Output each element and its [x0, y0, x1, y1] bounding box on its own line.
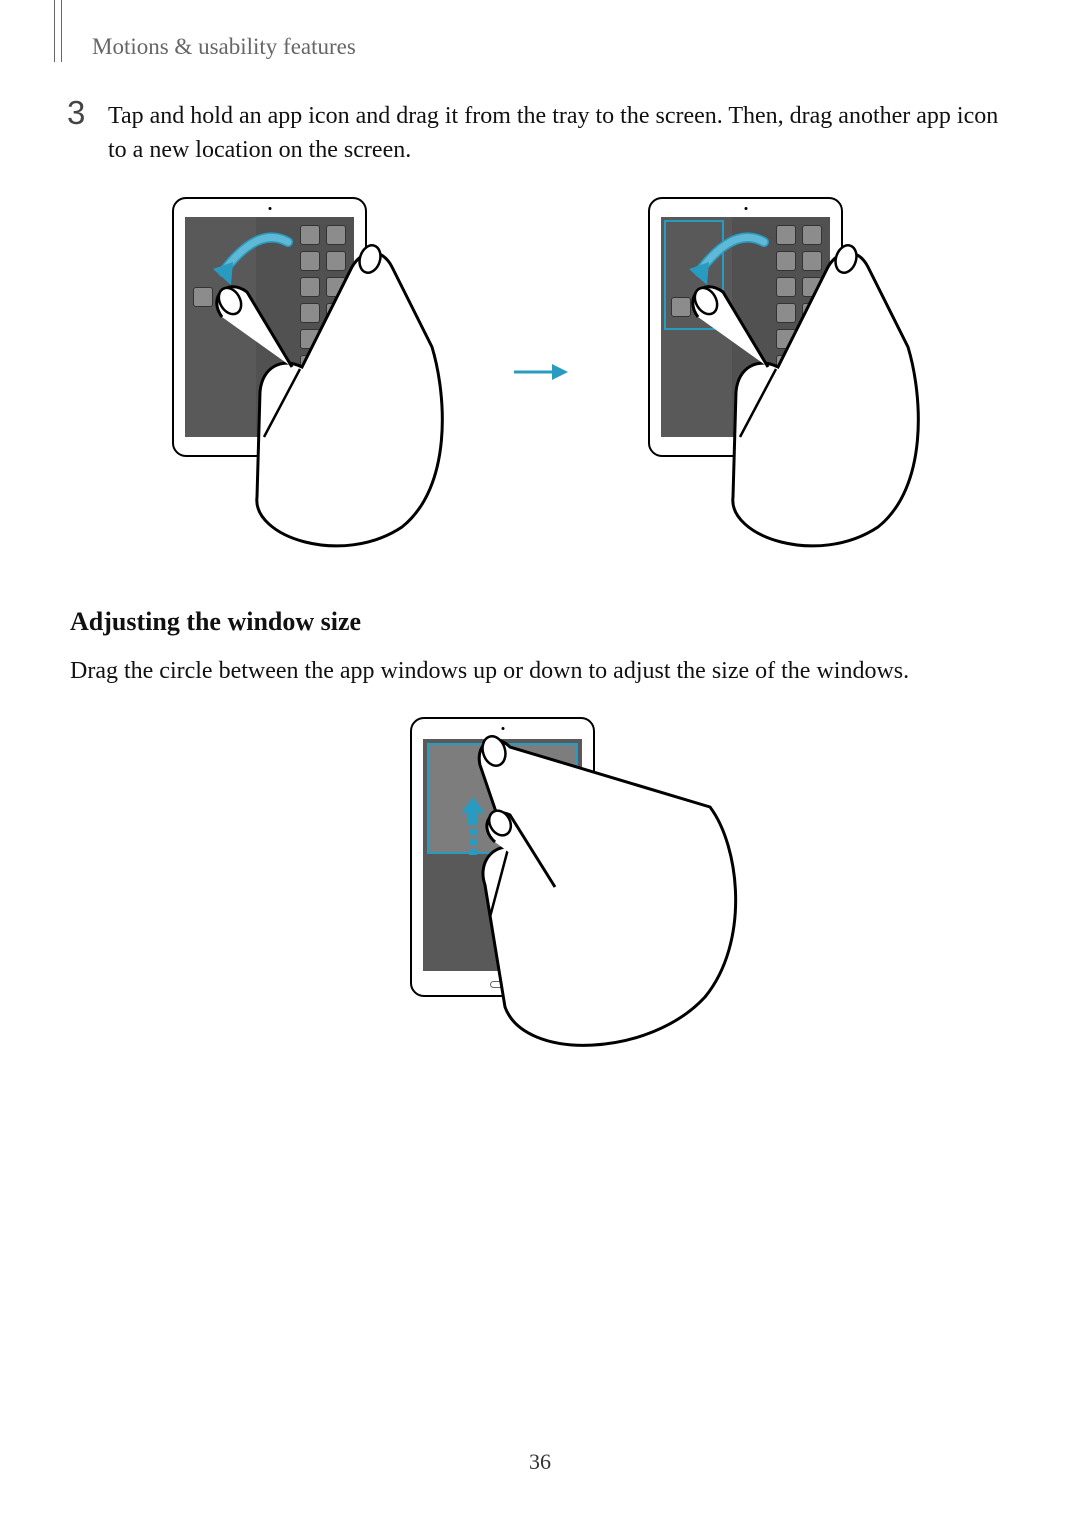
illustration-drag-second-app: [608, 197, 948, 547]
hand-gesture-icon: [192, 237, 452, 557]
subsection-body-text: Drag the circle between the app windows …: [70, 655, 1010, 689]
header-tab-mark: [54, 0, 62, 62]
step-number: 3: [67, 94, 85, 132]
hand-gesture-icon: [668, 237, 928, 557]
subsection-heading: Adjusting the window size: [70, 607, 1010, 637]
header-section-title: Motions & usability features: [92, 34, 356, 60]
illustration-resize: [70, 717, 1010, 1077]
page-content: 3 Tap and hold an app icon and drag it f…: [70, 100, 1010, 1077]
step-instruction-text: Tap and hold an app icon and drag it fro…: [108, 100, 1010, 167]
step-block: 3 Tap and hold an app icon and drag it f…: [70, 100, 1010, 167]
hand-gesture-icon: [450, 727, 750, 1067]
illustration-drag-from-tray: [132, 197, 472, 547]
illustration-row: [70, 197, 1010, 547]
page-number: 36: [529, 1449, 551, 1475]
sequence-arrow-icon: [512, 360, 568, 384]
